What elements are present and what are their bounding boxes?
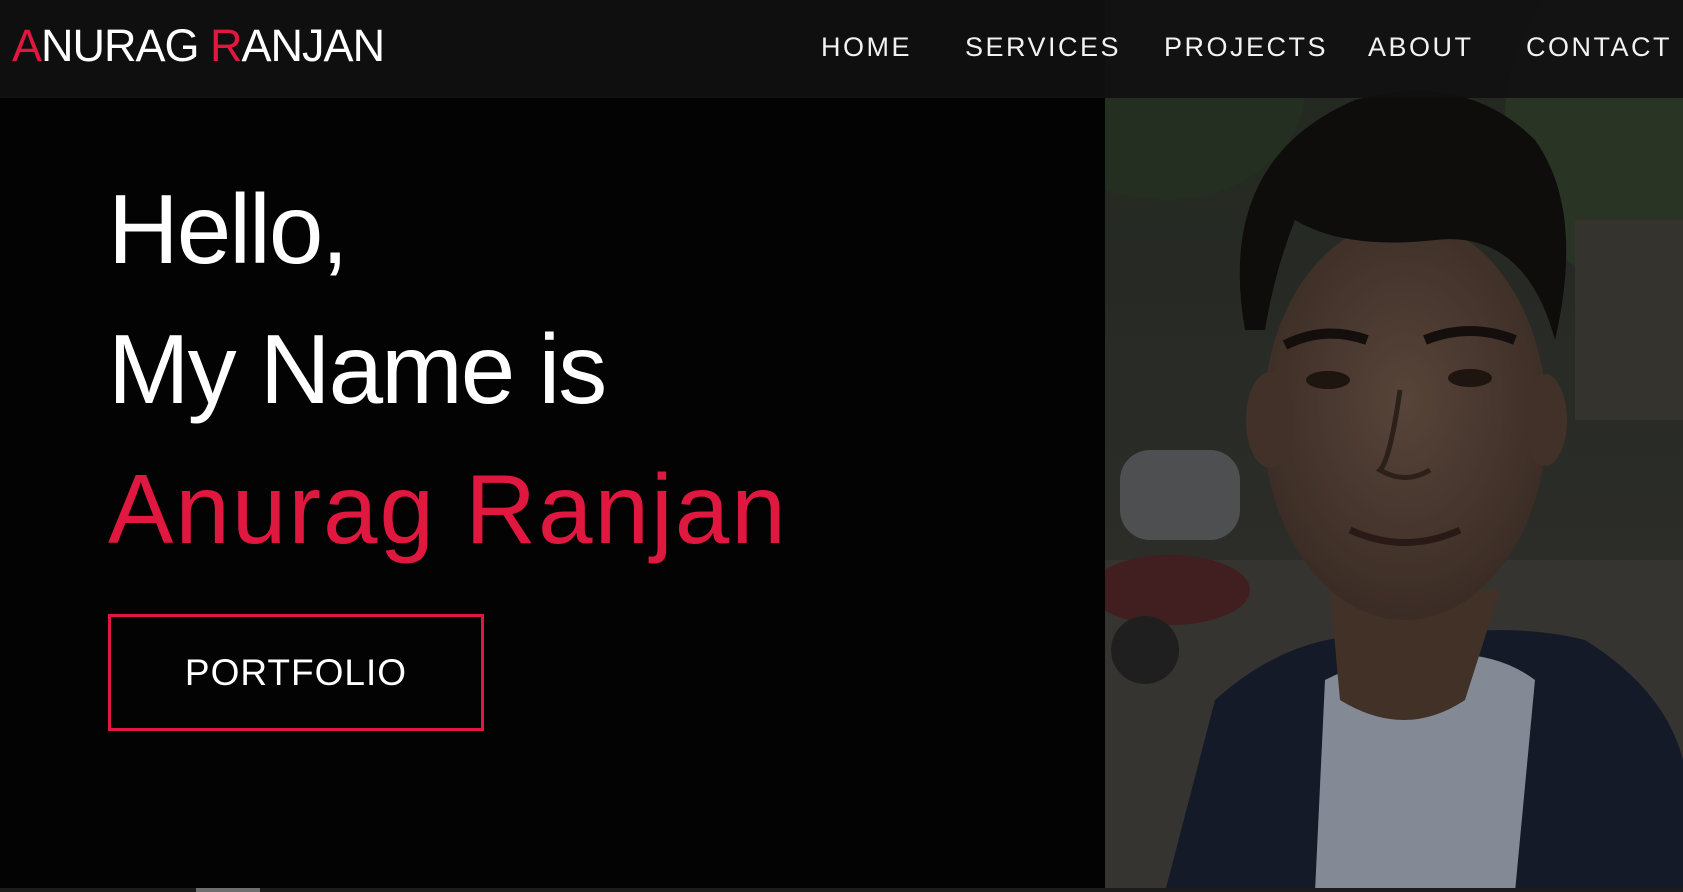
nav-item-services[interactable]: SERVICES bbox=[965, 32, 1121, 63]
nav-item-contact[interactable]: CONTACT bbox=[1526, 32, 1672, 63]
horizontal-scrollbar[interactable] bbox=[0, 888, 1683, 892]
hero-name: Anurag Ranjan bbox=[108, 454, 788, 564]
hero-intro: My Name is bbox=[108, 314, 607, 424]
nav-menu: HOME SERVICES PROJECTS ABOUT CONTACT bbox=[0, 32, 1683, 72]
profile-photo bbox=[1105, 0, 1683, 892]
nav-item-projects[interactable]: PROJECTS bbox=[1164, 32, 1328, 63]
photo-overlay bbox=[1105, 0, 1683, 892]
scrollbar-thumb[interactable] bbox=[196, 888, 260, 892]
nav-item-about[interactable]: ABOUT bbox=[1368, 32, 1474, 63]
portfolio-button[interactable]: PORTFOLIO bbox=[108, 614, 484, 731]
navbar: ANURAG RANJAN HOME SERVICES PROJECTS ABO… bbox=[0, 0, 1683, 98]
nav-item-home[interactable]: HOME bbox=[821, 32, 912, 63]
hero-greeting: Hello, bbox=[108, 174, 349, 284]
